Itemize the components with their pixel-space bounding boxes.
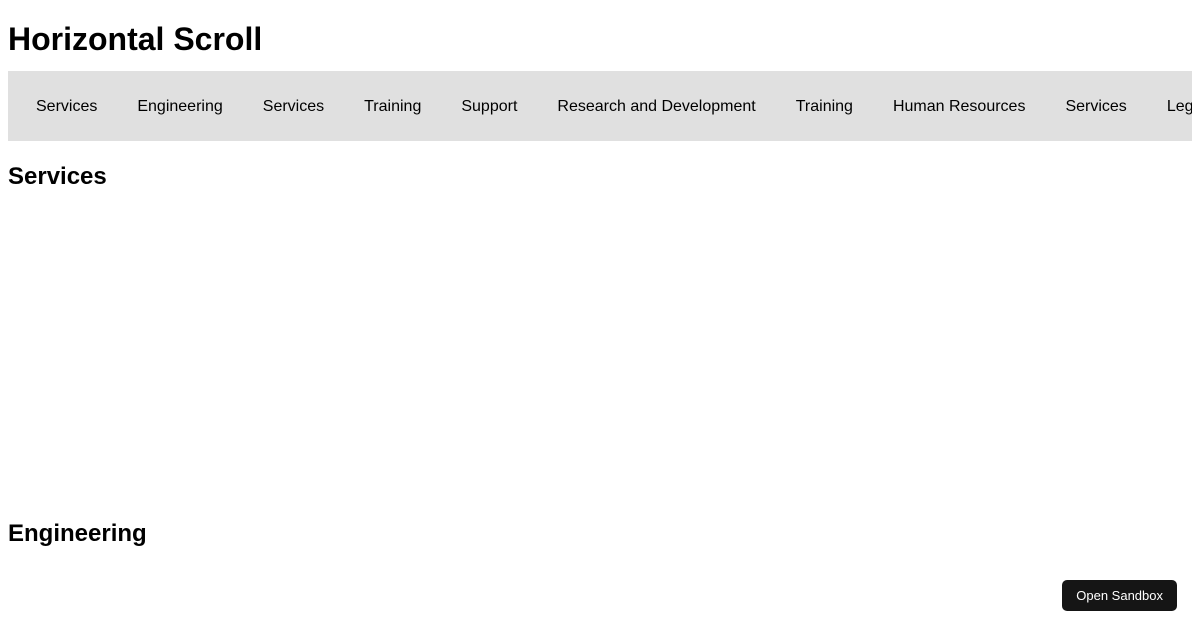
nav-item-training-2[interactable]: Training <box>776 87 873 126</box>
nav-item-services-1[interactable]: Services <box>16 87 117 126</box>
section-heading-services: Services <box>8 163 107 190</box>
nav-item-list: Services Engineering Services Training S… <box>8 71 1192 141</box>
open-sandbox-button[interactable]: Open Sandbox <box>1062 580 1177 611</box>
section-engineering: Engineering <box>8 520 1192 630</box>
nav-item-support-1[interactable]: Support <box>441 87 537 126</box>
page-root: Horizontal Scroll Services Engineering S… <box>0 0 1200 630</box>
nav-item-training-1[interactable]: Training <box>344 87 441 126</box>
page-title: Horizontal Scroll <box>8 21 263 57</box>
section-body-engineering <box>8 570 1192 630</box>
horizontal-scroll-nav[interactable]: Services Engineering Services Training S… <box>8 71 1192 141</box>
section-body-services <box>8 213 1192 498</box>
section-heading-engineering: Engineering <box>8 520 147 547</box>
nav-item-human-resources-1[interactable]: Human Resources <box>873 87 1046 126</box>
nav-item-services-3[interactable]: Services <box>1045 87 1146 126</box>
nav-item-research-and-development-1[interactable]: Research and Development <box>537 87 775 126</box>
nav-item-legal-1[interactable]: Legal <box>1147 87 1192 126</box>
section-services: Services <box>8 163 1192 498</box>
nav-item-services-2[interactable]: Services <box>243 87 344 126</box>
nav-item-engineering-1[interactable]: Engineering <box>117 87 242 126</box>
